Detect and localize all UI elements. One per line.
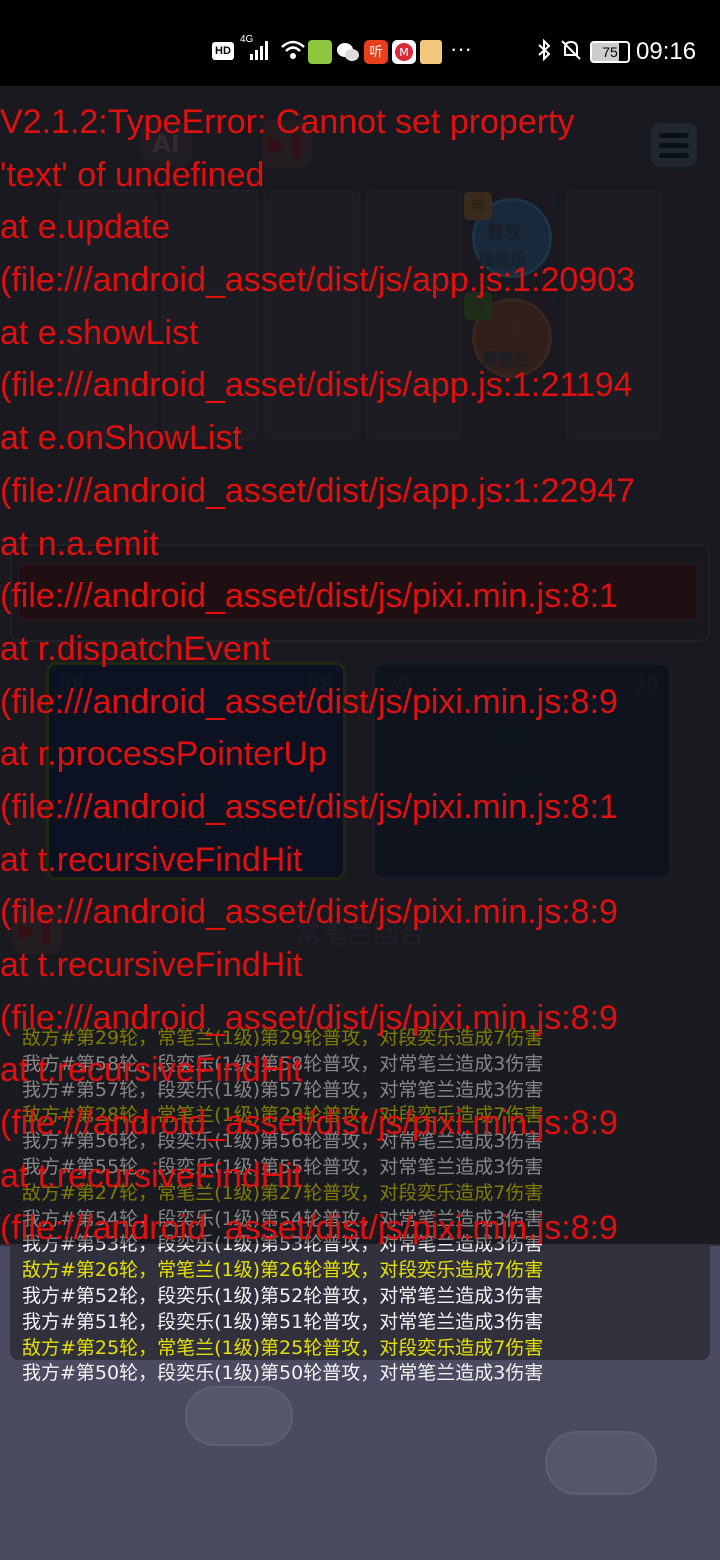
error-line: at t.recursiveFindHit <box>0 1051 303 1090</box>
log-line: 我方#第50轮，段奕乐(1级)第50轮普攻，对常笔兰造成3伤害 <box>22 1362 544 1385</box>
error-line: (file:///android_asset/dist/js/pixi.min.… <box>0 998 618 1037</box>
error-line: at t.recursiveFindHit <box>0 1156 303 1195</box>
ting-app-icon: 听 <box>364 40 388 64</box>
log-line: 我方#第51轮，段奕乐(1级)第51轮普攻，对常笔兰造成3伤害 <box>22 1310 544 1333</box>
hd-icon: HD <box>212 42 234 60</box>
bluetooth-icon <box>535 38 553 68</box>
error-stack-trace: V2.1.2:TypeError: Cannot set property 't… <box>0 96 720 1244</box>
log-line: 敌方#第26轮，常笔兰(1级)第26轮普攻，对段奕乐造成7伤害 <box>22 1259 544 1282</box>
error-line: (file:///android_asset/dist/js/pixi.min.… <box>0 1104 618 1143</box>
error-line: (file:///android_asset/dist/js/pixi.min.… <box>0 893 618 932</box>
wifi-icon <box>280 38 306 62</box>
more-icon: ··· <box>450 36 472 61</box>
error-line: at n.a.emit <box>0 524 159 563</box>
cloud-decoration <box>545 1431 657 1495</box>
error-line: at r.processPointerUp <box>0 735 327 774</box>
error-line: at e.showList <box>0 313 199 352</box>
error-line: at r.dispatchEvent <box>0 629 271 668</box>
error-line: at t.recursiveFindHit <box>0 946 303 984</box>
error-line: (file:///android_asset/dist/js/pixi.min.… <box>0 682 618 721</box>
clock: 09:16 <box>636 38 697 65</box>
error-line: at t.recursiveFindHit <box>0 840 303 879</box>
error-line: (file:///android_asset/dist/js/app.js:1:… <box>0 366 633 405</box>
error-overlay: V2.1.2:TypeError: Cannot set property 't… <box>0 86 720 1244</box>
svg-text:M: M <box>399 46 409 59</box>
error-line: V2.1.2:TypeError: Cannot set property <box>0 103 575 141</box>
app-icon <box>308 40 332 64</box>
metro-app-icon: M <box>392 40 416 64</box>
error-line: 'text' of undefined <box>0 155 265 194</box>
log-line: 我方#第52轮，段奕乐(1级)第52轮普攻，对常笔兰造成3伤害 <box>22 1284 544 1307</box>
error-line: (file:///android_asset/dist/js/pixi.min.… <box>0 1209 618 1244</box>
error-line: at e.onShowList <box>0 419 242 458</box>
cloud-decoration <box>185 1386 293 1446</box>
error-line: (file:///android_asset/dist/js/pixi.min.… <box>0 577 618 616</box>
signal-icon: 4G <box>240 34 274 62</box>
status-bar: HD 4G 听 M ··· 75 09:16 <box>0 0 720 86</box>
error-line: (file:///android_asset/dist/js/pixi.min.… <box>0 787 618 826</box>
log-line: 敌方#第25轮，常笔兰(1级)第25轮普攻，对段奕乐造成7伤害 <box>22 1336 544 1359</box>
bell-muted-icon <box>560 38 582 62</box>
error-line: at e.update <box>0 208 171 247</box>
wechat-icon <box>336 40 360 64</box>
error-line: (file:///android_asset/dist/js/app.js:1:… <box>0 471 636 510</box>
error-line: (file:///android_asset/dist/js/app.js:1:… <box>0 261 636 300</box>
battery-icon: 75 <box>590 41 630 63</box>
app-icon <box>420 40 442 64</box>
